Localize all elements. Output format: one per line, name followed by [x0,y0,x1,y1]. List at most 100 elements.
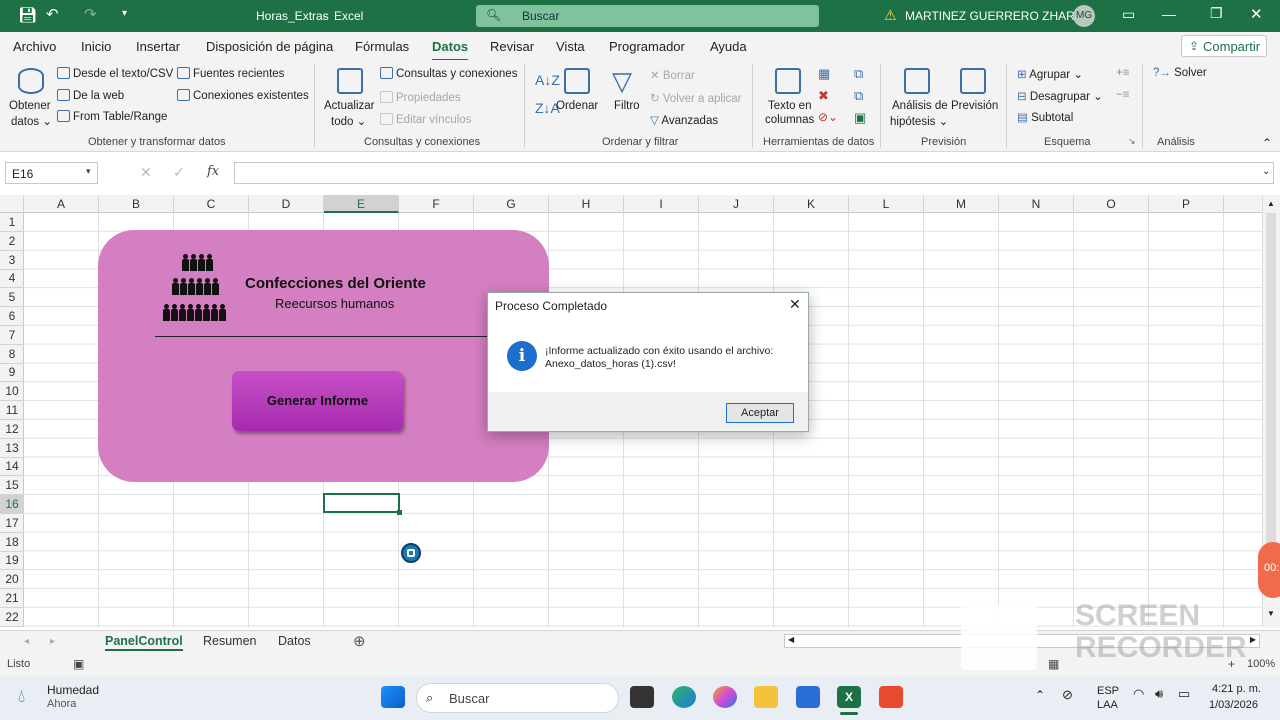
sheet-tab-datos[interactable]: Datos [278,634,311,648]
task-view-icon[interactable] [630,686,654,708]
wifi-icon[interactable]: ◠ [1133,686,1144,702]
column-header[interactable]: O [1074,195,1149,213]
texto-columnas-line1[interactable]: Texto en [768,100,811,112]
row-header[interactable]: 15 [0,476,24,496]
column-header[interactable]: K [774,195,849,213]
prev-sheet-icon[interactable]: ◂ [24,636,29,647]
tab-vista[interactable]: Vista [556,39,585,54]
ok-button[interactable]: Aceptar [726,403,794,423]
consultas-button[interactable]: Consultas y conexiones [380,67,517,80]
save-icon[interactable]: 💾︎ [18,6,37,24]
column-header[interactable]: M [924,195,999,213]
obtener-datos-line1[interactable]: Obtener [9,100,51,112]
avanzadas-button[interactable]: ▽ Avanzadas [650,113,718,127]
analisis-line2[interactable]: hipótesis ⌄ [890,114,948,128]
data-validation-icon[interactable]: ⊘⌄ [818,110,838,124]
column-header[interactable]: D [249,195,324,213]
row-header[interactable]: 2 [0,232,24,251]
sort-asc-icon[interactable]: A↓Z [535,72,560,88]
taskbar-search[interactable]: ⌕ Buscar [416,683,619,713]
name-box[interactable]: E16 [5,162,98,184]
propiedades-button[interactable]: Propiedades [380,91,461,104]
recorder-badge[interactable]: 00: [1258,542,1280,598]
column-header[interactable]: L [849,195,924,213]
vertical-scroll-thumb[interactable] [1266,213,1276,593]
edge-icon[interactable] [672,686,696,708]
volume-icon[interactable]: 🔊︎ [1155,686,1163,702]
windows-start-icon[interactable] [381,686,405,708]
enter-icon[interactable]: ✓ [173,164,185,181]
tab-formulas[interactable]: Fórmulas [355,39,409,54]
column-header[interactable]: A [24,195,99,213]
excel-taskbar-icon[interactable]: X [837,686,861,708]
title-search-box[interactable]: 🔍︎ Buscar [476,5,819,27]
redo-icon[interactable]: ↷ [84,5,97,23]
file-explorer-icon[interactable] [754,686,778,708]
hide-detail-icon[interactable]: −≡ [1116,89,1129,101]
ribbon-display-icon[interactable]: ▭ [1122,6,1135,23]
copilot-icon[interactable] [713,686,737,708]
scroll-up-icon[interactable]: ▲ [1267,199,1275,208]
agrupar-button[interactable]: ⊞ Agrupar ⌄ [1017,67,1083,81]
row-header[interactable]: 10 [0,382,24,402]
sheet-tab-resumen[interactable]: Resumen [203,634,257,648]
dialog-launcher-icon[interactable]: ↘ [1128,136,1136,147]
row-header[interactable]: 8 [0,345,24,364]
recorder-app-icon[interactable] [879,686,903,708]
subtotal-button[interactable]: ▤ Subtotal [1017,110,1073,124]
show-detail-icon[interactable]: +≡ [1116,67,1129,79]
row-header[interactable]: 13 [0,439,24,458]
obtener-datos-line2[interactable]: datos ⌄ [11,114,52,128]
cancel-icon[interactable]: ✕ [140,164,152,181]
column-header-selected[interactable]: E [324,195,399,213]
relationships-icon[interactable]: ⧉ [854,88,863,104]
row-header[interactable]: 22 [0,608,24,627]
avatar[interactable]: MG [1073,5,1095,27]
row-header[interactable]: 6 [0,307,24,326]
column-header[interactable]: I [624,195,699,213]
desagrupar-button[interactable]: ⊟ Desagrupar ⌄ [1017,89,1103,103]
solver-button[interactable]: ?→ Solver [1153,67,1207,79]
accessibility-icon[interactable]: ▣ [73,657,84,671]
fx-icon[interactable]: fx [207,164,219,179]
de-la-web-button[interactable]: De la web [57,89,124,102]
prevision-button[interactable]: Previsión [951,100,998,112]
tray-chevron-icon[interactable]: ⌃ [1035,688,1045,702]
row-header[interactable]: 11 [0,401,24,420]
row-header[interactable]: 14 [0,457,24,477]
add-sheet-icon[interactable]: ⊕ [353,632,366,650]
column-header[interactable]: C [174,195,249,213]
flash-fill-icon[interactable]: ▦ [818,66,830,82]
row-header[interactable]: 4 [0,269,24,289]
tab-ayuda[interactable]: Ayuda [710,39,747,54]
lang-line2[interactable]: LAA [1097,699,1118,711]
row-header[interactable]: 12 [0,420,24,439]
name-box-chevron-icon[interactable]: ▾ [86,166,91,177]
column-header[interactable]: F [399,195,474,213]
maximize-icon[interactable]: ❐ [1210,5,1223,22]
remove-duplicates-icon[interactable]: ✖ [818,88,829,104]
fill-handle[interactable] [397,510,402,515]
formula-input[interactable] [234,162,1274,184]
column-header[interactable]: B [99,195,174,213]
undo-icon[interactable]: ↶ [46,5,59,23]
tab-inicio[interactable]: Inicio [81,39,111,54]
tab-revisar[interactable]: Revisar [490,39,534,54]
scroll-down-icon[interactable]: ▼ [1267,609,1275,618]
column-header[interactable]: P [1149,195,1224,213]
filtro-button[interactable]: Filtro [614,100,640,112]
actualizar-line1[interactable]: Actualizar [324,100,375,112]
actualizar-line2[interactable]: todo ⌄ [331,114,366,128]
weather-icon[interactable]: 💧︎ [18,686,25,707]
column-header[interactable]: N [999,195,1074,213]
row-header[interactable]: 3 [0,251,24,270]
zoom-level[interactable]: 100% [1247,658,1275,670]
clock-date[interactable]: 1/03/2026 [1209,699,1258,711]
minimize-icon[interactable]: — [1162,6,1176,22]
conexiones-existentes-button[interactable]: Conexiones existentes [177,89,309,102]
share-button[interactable]: ⇪ Compartir [1181,35,1267,57]
borrar-button[interactable]: ✕ Borrar [650,68,695,82]
ordenar-button[interactable]: Ordenar [556,100,598,112]
close-window-icon[interactable]: ✕ [1250,5,1263,23]
editar-vinculos-button[interactable]: Editar vínculos [380,113,471,126]
